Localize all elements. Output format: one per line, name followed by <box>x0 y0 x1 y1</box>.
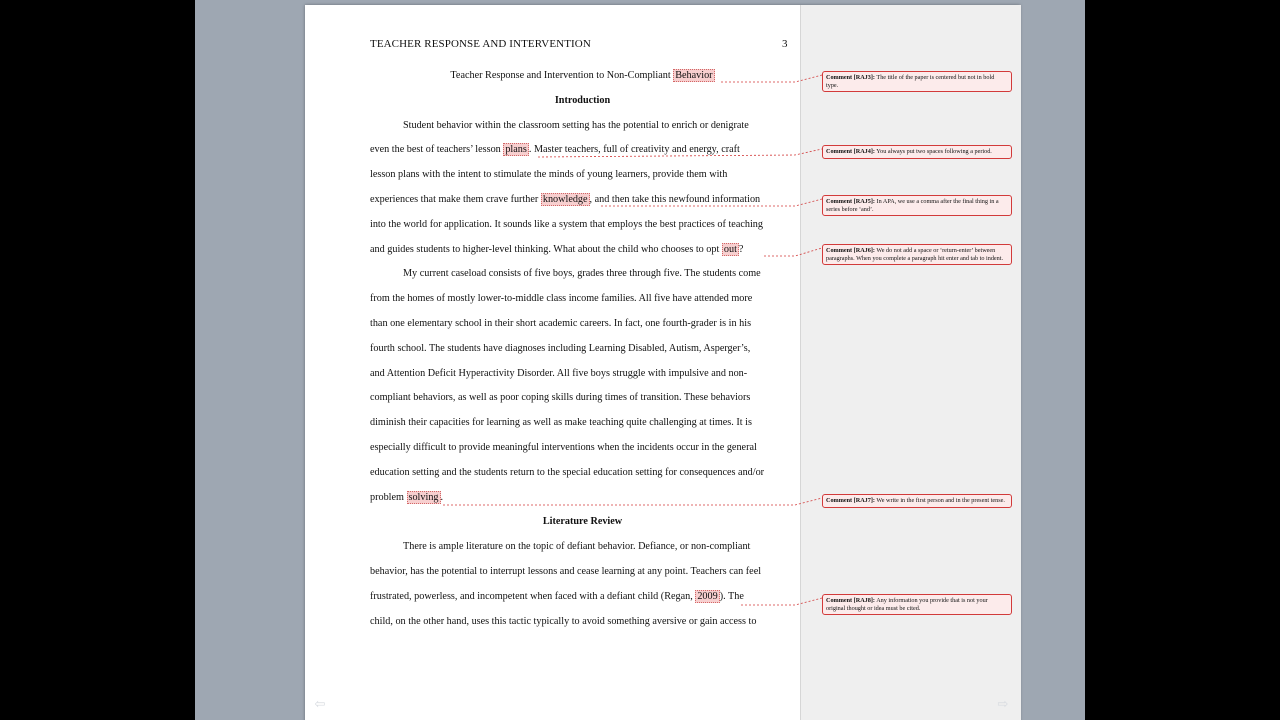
text-line: frustrated, powerless, and incompetent w… <box>370 589 744 603</box>
text-line: My current caseload consists of five boy… <box>403 268 761 280</box>
text-line: There is ample literature on the topic o… <box>403 541 751 553</box>
comment-anchor-raj8[interactable]: 2009 <box>695 589 720 603</box>
right-arrow-icon[interactable]: ⇨ <box>995 697 1011 713</box>
comment-balloon-raj3[interactable]: Comment [RAJ3]: The title of the paper i… <box>822 71 1012 93</box>
text-line: than one elementary school in their shor… <box>370 317 752 329</box>
text-line: Student behavior within the classroom se… <box>403 119 749 131</box>
text-line: child, on the other hand, uses this tact… <box>370 615 757 627</box>
page-number: 3 <box>782 38 788 50</box>
text-line: and Attention Deficit Hyperactivity Diso… <box>370 367 748 379</box>
comment-balloon-raj8[interactable]: Comment [RAJ8]: Any information you prov… <box>822 594 1012 616</box>
paper-title: Teacher Response and Intervention to Non… <box>450 69 715 82</box>
comment-balloon-raj6[interactable]: Comment [RAJ6]: We do not add a space or… <box>822 244 1012 266</box>
running-head: TEACHER RESPONSE AND INTERVENTION <box>370 38 591 50</box>
text-line: into the world for application. It sound… <box>370 218 763 230</box>
comment-anchor-raj3[interactable]: Behavior <box>673 69 715 82</box>
comment-anchor-raj5[interactable]: knowledge <box>540 192 590 206</box>
document-body[interactable]: Teacher Response and Intervention to Non… <box>370 64 795 634</box>
text-line: even the best of teachers’ lesson plans.… <box>370 143 740 157</box>
text-line: from the homes of mostly lower-to-middle… <box>370 293 753 305</box>
text-line: lesson plans with the intent to stimulat… <box>370 169 728 181</box>
comment-anchor-raj4[interactable]: plans <box>503 143 529 157</box>
introduction-heading: Introduction <box>554 94 611 106</box>
text-line: and guides students to higher-level thin… <box>370 242 744 256</box>
comment-balloon-raj7[interactable]: Comment [RAJ7]: We write in the first pe… <box>822 494 1012 508</box>
comment-anchor-raj7[interactable]: solving <box>406 490 441 504</box>
text-line: experiences that make them crave further… <box>370 192 761 206</box>
comment-balloon-raj5[interactable]: Comment [RAJ5]: In APA, we use a comma a… <box>822 195 1012 217</box>
document-page[interactable]: TEACHER RESPONSE AND INTERVENTION 3 Teac… <box>305 5 1021 720</box>
comment-anchor-raj6[interactable]: out <box>721 242 739 256</box>
comment-balloon-raj4[interactable]: Comment [RAJ4]: You always put two space… <box>822 145 1012 159</box>
literature-review-heading: Literature Review <box>542 516 623 528</box>
left-arrow-icon[interactable]: ⇦ <box>312 697 328 713</box>
text-line: compliant behaviors, as well as poor cop… <box>370 392 751 404</box>
text-line: problem solving. <box>370 490 444 504</box>
document-viewport[interactable]: TEACHER RESPONSE AND INTERVENTION 3 Teac… <box>195 0 1085 720</box>
text-line: diminish their capacities for learning a… <box>370 417 752 429</box>
text-line: especially difficult to provide meaningf… <box>370 441 757 453</box>
text-line: education setting and the students retur… <box>370 466 765 478</box>
text-line: fourth school. The students have diagnos… <box>370 342 751 354</box>
text-line: behavior, has the potential to interrupt… <box>370 565 762 577</box>
